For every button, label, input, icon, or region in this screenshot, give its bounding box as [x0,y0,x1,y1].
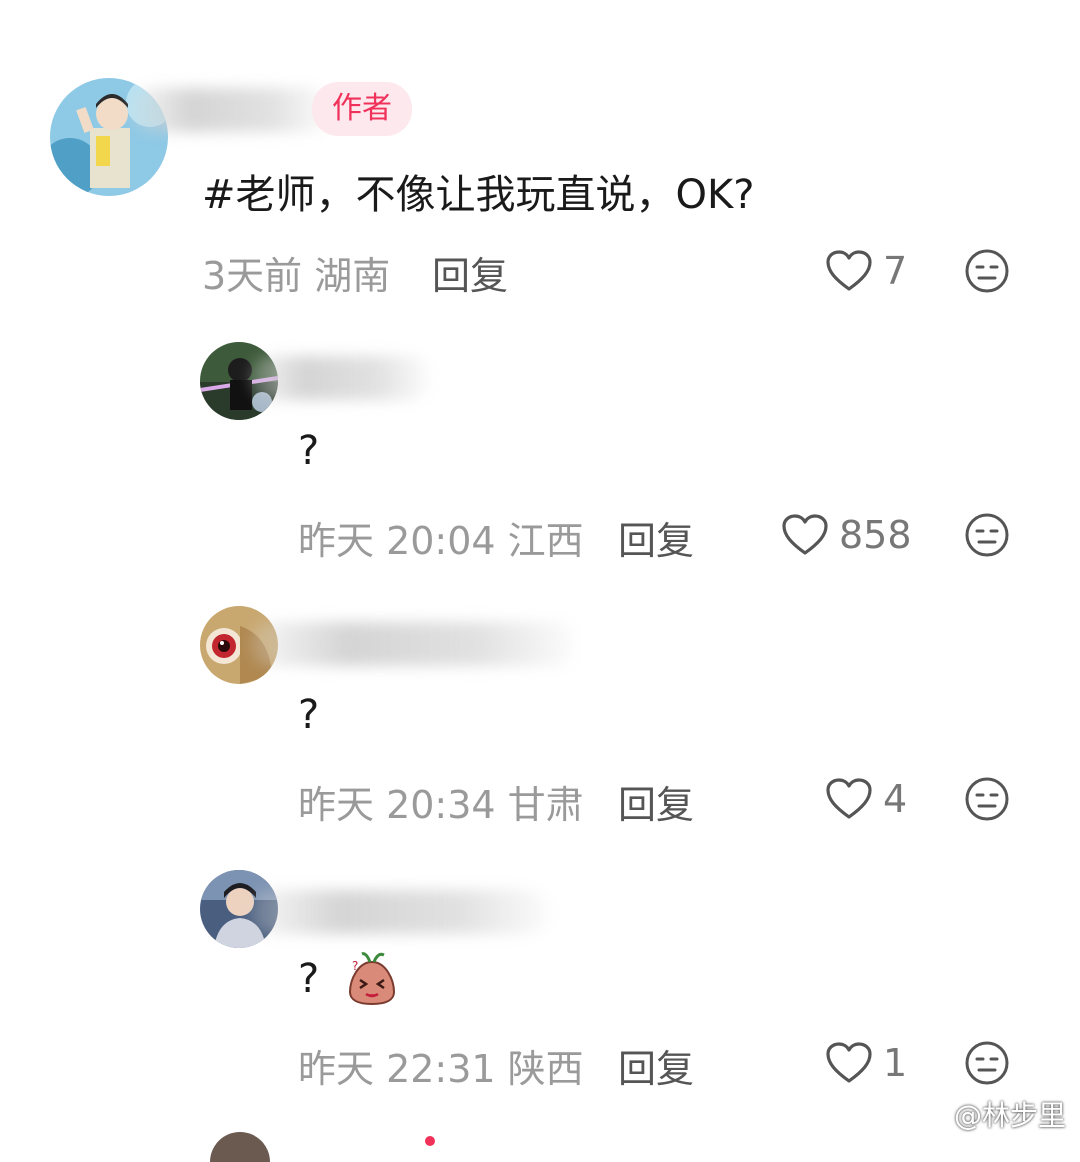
heart-icon [825,249,873,293]
author-name-blurred[interactable] [250,890,550,934]
author-name-blurred[interactable] [250,356,430,400]
like-count: 7 [883,249,908,293]
author-name-blurred[interactable] [250,622,575,666]
svg-text:?: ? [352,959,358,973]
reply-button[interactable]: 回复 [618,1038,694,1093]
neutral-face-icon[interactable] [964,248,1010,294]
like-button[interactable]: 7 [825,246,907,296]
heart-icon [825,1041,873,1085]
like-count: 858 [839,513,912,557]
author-name-blurred[interactable] [130,88,330,132]
neutral-face-icon[interactable] [964,512,1010,558]
heart-icon [825,777,873,821]
comment-text: ? [298,692,320,738]
reply-button[interactable]: 回复 [432,245,508,300]
badge-dot [425,1136,435,1146]
reply-button[interactable]: 回复 [618,774,694,829]
comment-text: ? [298,956,320,1002]
reply-button[interactable]: 回复 [618,510,694,565]
like-button[interactable]: 1 [825,1038,907,1088]
sticker-emoji-icon: ? [344,950,400,1006]
author-badge: 作者 [312,82,412,136]
like-count: 4 [883,777,908,821]
neutral-face-icon[interactable] [964,1040,1010,1086]
comment-text: ? [298,428,320,474]
comment-meta: 3天前 湖南 [202,254,391,298]
neutral-face-icon[interactable] [964,776,1010,822]
like-count: 1 [883,1041,908,1085]
comment-text: #老师，不像让我玩直说，OK? [202,172,755,218]
heart-icon [781,513,829,557]
weibo-logo-icon [910,1096,948,1133]
like-button[interactable]: 858 [781,510,912,560]
avatar[interactable] [210,1132,270,1162]
comment-meta: 昨天 22:31 陕西 [298,1047,584,1091]
like-button[interactable]: 4 [825,774,907,824]
comment-meta: 昨天 20:04 江西 [298,519,584,563]
watermark-text: @林步里 [953,1099,1066,1132]
watermark: @林步里 [910,1094,1066,1134]
comment-meta: 昨天 20:34 甘肃 [298,783,584,827]
